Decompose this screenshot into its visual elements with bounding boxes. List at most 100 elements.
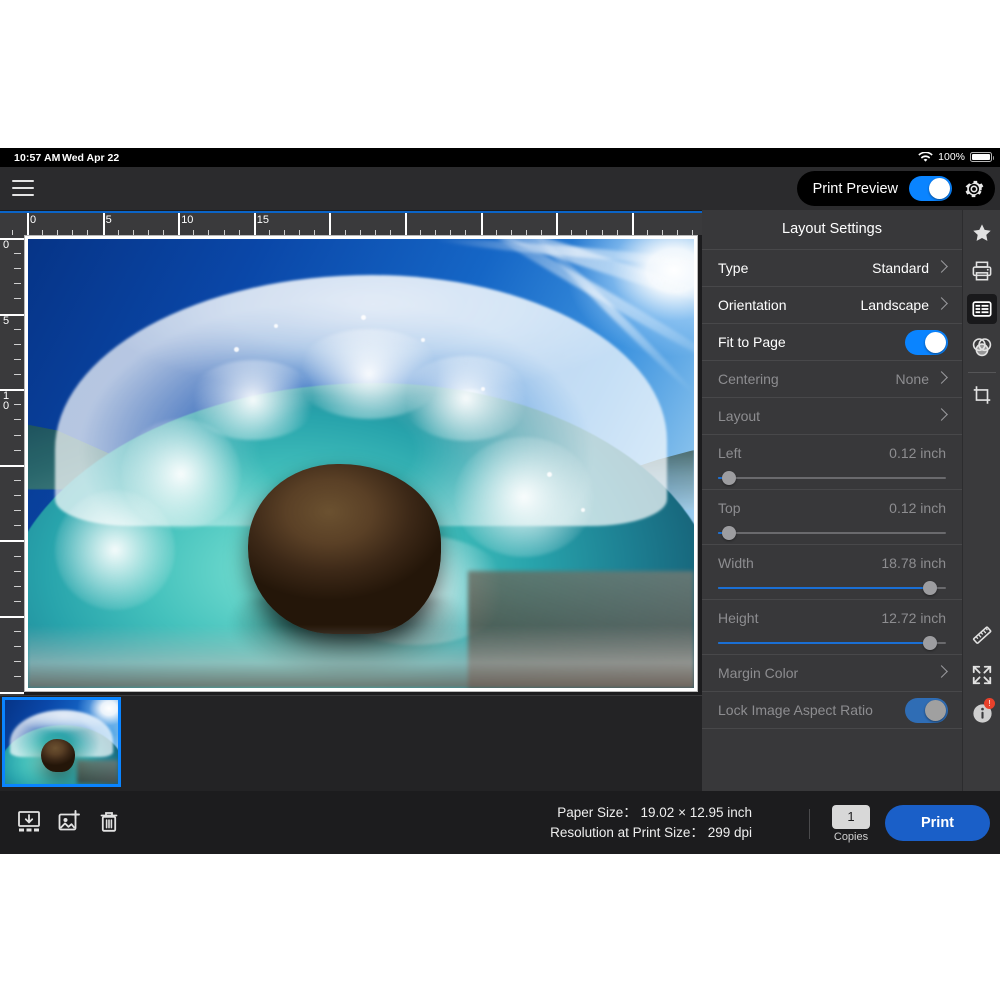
ruler-major-tick (480, 213, 483, 237)
foam-blob (400, 355, 531, 441)
top-toolbar: Print Preview (0, 167, 1000, 211)
ruler-major-tick (556, 213, 559, 237)
vertical-ruler: 0 5 10 (0, 235, 24, 695)
info-icon[interactable]: ! (967, 698, 997, 728)
settings-row-margin-color[interactable]: Margin Color (702, 655, 962, 692)
rock (247, 463, 441, 635)
chevron-right-icon (935, 665, 948, 678)
spray-droplet (480, 387, 485, 392)
wave-photo (28, 239, 694, 688)
rail-divider (968, 372, 996, 373)
ruler-minor-tick (14, 585, 21, 587)
bottom-bar: Paper Size： 19.02 × 12.95 inch Resolutio… (0, 791, 1000, 854)
settings-row-label: Layout (718, 408, 761, 424)
settings-row-orientation[interactable]: Orientation Landscape (702, 287, 962, 324)
settings-row-value: 12.72 inch (881, 610, 946, 626)
shore-wash (28, 625, 694, 688)
print-preview-control: Print Preview (796, 171, 995, 206)
foam-blob (454, 436, 595, 557)
settings-row-fit-to-page[interactable]: Fit to Page (702, 324, 962, 361)
ruler-minor-tick (14, 449, 21, 451)
settings-row-label: Centering (718, 371, 779, 387)
layout-settings-icon[interactable] (967, 294, 997, 324)
ruler-major-tick (0, 691, 24, 694)
print-preview-toggle[interactable] (909, 176, 952, 201)
color-balance-icon[interactable] (967, 332, 997, 362)
ruler-label: 0 (30, 214, 37, 226)
settings-row-left[interactable]: Left 0.12 inch (702, 435, 962, 490)
layout-settings-panel: Layout Settings Type Standard Orientation L… (702, 210, 962, 791)
ruler-minor-tick (14, 600, 21, 602)
copies-stepper[interactable]: 1 Copies (832, 805, 870, 843)
settings-row-top[interactable]: Top 0.12 inch (702, 490, 962, 545)
ruler-major-tick (27, 213, 29, 237)
horizontal-ruler: 0 5 10 15 (0, 211, 702, 237)
settings-row-value: None (895, 371, 929, 387)
settings-row-label: Width (718, 555, 754, 571)
resolution-line: Resolution at Print Size： 299 dpi (550, 823, 752, 843)
settings-row-slider[interactable] (718, 581, 946, 595)
add-image-icon[interactable] (55, 808, 83, 836)
ruler-major-tick (0, 616, 24, 618)
settings-row-value: 18.78 inch (881, 555, 946, 571)
settings-row-slider[interactable] (718, 636, 946, 650)
gear-icon[interactable] (963, 178, 985, 200)
copies-value[interactable]: 1 (832, 805, 870, 829)
ruler-minor-tick (14, 404, 21, 406)
copies-label: Copies (833, 831, 869, 843)
ruler-major-tick (102, 213, 105, 237)
settings-row-centering[interactable]: Centering None (702, 361, 962, 398)
paper-size-line: Paper Size： 19.02 × 12.95 inch (550, 803, 752, 823)
image-filmstrip (0, 695, 702, 792)
ruler-major-tick (405, 213, 407, 237)
crop-icon[interactable] (967, 380, 997, 410)
settings-row-type[interactable]: Type Standard (702, 250, 962, 287)
print-preview-canvas[interactable] (24, 235, 702, 695)
status-bar: 10:57 AM Wed Apr 22 100% (0, 148, 1000, 167)
ruler-major-tick (0, 540, 24, 543)
settings-row-label: Orientation (718, 297, 787, 313)
ruler-minor-tick (14, 419, 21, 421)
settings-row-layout[interactable]: Layout (702, 398, 962, 435)
print-preview-label: Print Preview (812, 180, 898, 197)
ruler-minor-tick (14, 510, 21, 512)
settings-row-slider[interactable] (718, 526, 946, 540)
settings-row-width[interactable]: Width 18.78 inch (702, 545, 962, 600)
print-button[interactable]: Print (885, 805, 990, 841)
printer-icon[interactable] (967, 256, 997, 286)
settings-row-value: 0.12 inch (889, 445, 946, 461)
ruler-minor-tick (14, 631, 21, 633)
settings-row-toggle[interactable] (905, 698, 948, 723)
hamburger-menu-icon[interactable] (12, 179, 34, 197)
settings-row-toggle[interactable] (905, 330, 948, 355)
favorites-star-icon[interactable] (967, 218, 997, 248)
settings-row-lock-image-aspect-ratio[interactable]: Lock Image Aspect Ratio (702, 692, 962, 729)
settings-row-value: Landscape (860, 297, 929, 313)
ruler-label: 10 (3, 390, 10, 413)
ruler-major-tick (329, 213, 332, 237)
ruler-minor-tick (14, 374, 21, 376)
ruler-label: 0 (3, 239, 10, 251)
ruler-minor-tick (14, 434, 21, 436)
ruler-minor-tick (14, 646, 21, 648)
ruler-minor-tick (14, 676, 21, 678)
fullscreen-icon[interactable] (967, 660, 997, 690)
wave-photo-thumbnail[interactable] (2, 697, 121, 787)
ruler-minor-tick (14, 495, 21, 497)
status-bar-time: 10:57 AM (14, 152, 61, 164)
ruler-major-tick (178, 213, 181, 237)
trash-icon[interactable] (95, 808, 123, 836)
ruler-label: 10 (181, 214, 194, 226)
settings-row-slider[interactable] (718, 471, 946, 485)
ruler-minor-tick (14, 343, 21, 345)
settings-row-value: Standard (872, 260, 929, 276)
ruler-minor-tick (14, 661, 21, 663)
ruler-minor-tick (14, 253, 21, 255)
ruler-icon[interactable] (967, 620, 997, 650)
foam-blob (54, 490, 175, 611)
save-to-sheet-icon[interactable] (15, 808, 43, 836)
settings-row-height[interactable]: Height 12.72 inch (702, 600, 962, 655)
panel-title: Layout Settings (702, 210, 962, 250)
settings-row-list: Type Standard Orientation Landscape Fit to P… (702, 250, 962, 729)
thumbnail-beach (77, 760, 118, 784)
